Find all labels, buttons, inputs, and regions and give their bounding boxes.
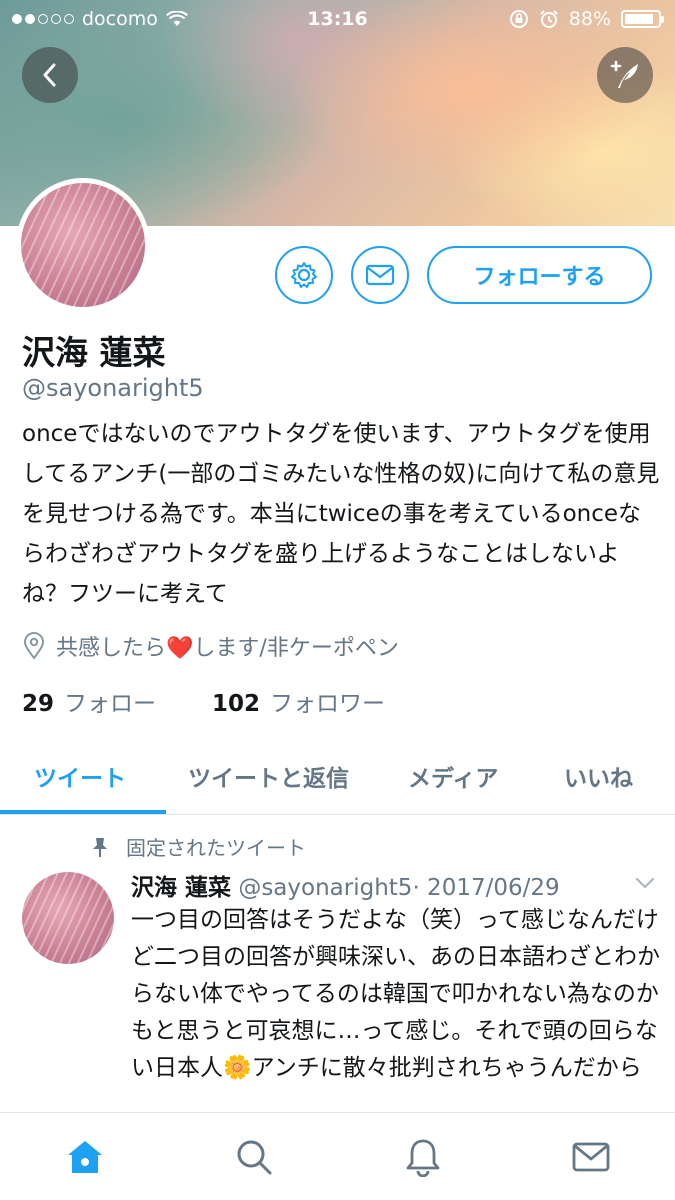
nav-messages[interactable] [569, 1135, 613, 1179]
location-text-end: します/非ケーポペン [193, 636, 399, 661]
location-text-start: 共感したら [56, 636, 167, 661]
follow-button[interactable]: フォローする [427, 246, 652, 304]
back-button[interactable] [22, 47, 78, 103]
profile-bio: onceではないのでアウトタグを使います、アウトタグを使用してるアンチ(一部のゴ… [22, 421, 660, 607]
profile-tabs: ツイート ツイートと返信 メディア いいね [0, 735, 675, 815]
search-icon [237, 1140, 272, 1175]
tweet-text-part2: アンチに散々批判されちゃうんだから [251, 1055, 642, 1081]
compose-feather-icon [610, 60, 638, 88]
followers-label: フォロワー [270, 691, 386, 717]
pinned-text: 固定されたツイート [126, 836, 306, 860]
battery-percentage: 88% [568, 8, 611, 30]
gear-icon [291, 262, 317, 288]
status-bar: docomo 13:16 88% [0, 0, 675, 38]
chevron-left-icon [43, 63, 56, 87]
location-pin-icon [23, 632, 45, 660]
following-stat[interactable]: 29 フォロー [22, 684, 156, 718]
tweet-avatar[interactable] [22, 872, 114, 964]
follow-counts: 29 フォロー 102 フォロワー [22, 684, 385, 718]
profile-name: 沢海 蓮菜 [22, 333, 166, 372]
rotation-lock-icon [509, 10, 528, 28]
nav-notifications[interactable] [401, 1135, 445, 1179]
tweet-text: 一つ目の回答はそうだよな（笑）って感じなんだけど二つ目の回答が興味深い、あの日本… [131, 902, 661, 1087]
followers-count: 102 [212, 691, 261, 717]
following-label: フォロー [64, 691, 157, 717]
profile-handle: @sayonaright5 [22, 374, 204, 402]
flower-emoji: 🌼 [223, 1055, 252, 1081]
tab-tweets[interactable]: ツイート [34, 759, 126, 793]
tab-likes[interactable]: いいね [564, 759, 633, 793]
tweet-menu-chevron-icon[interactable] [634, 876, 656, 890]
followers-stat[interactable]: 102 フォロワー [212, 684, 385, 718]
heart-emoji: ❤️ [166, 636, 194, 661]
message-button[interactable] [351, 246, 409, 304]
profile-avatar[interactable] [16, 178, 150, 312]
compose-tweet-button[interactable] [597, 47, 653, 103]
tweet-header: 沢海 蓮菜 @sayonaright5· 2017/06/29 [131, 868, 560, 902]
settings-button[interactable] [275, 246, 333, 304]
home-icon [68, 1141, 102, 1173]
alarm-icon [540, 10, 558, 28]
following-count: 29 [22, 691, 55, 717]
tab-media[interactable]: メディア [408, 759, 498, 793]
messages-envelope-icon [572, 1142, 610, 1172]
bottom-tab-bar [0, 1112, 675, 1200]
nav-home[interactable] [63, 1135, 107, 1179]
tab-tweets-and-replies[interactable]: ツイートと返信 [188, 759, 349, 793]
tweet-date: · 2017/06/29 [412, 875, 560, 901]
tweet-author-name: 沢海 蓮菜 [131, 875, 232, 901]
notifications-bell-icon [406, 1139, 440, 1177]
pinned-tweet-label: 固定されたツイート [90, 832, 306, 861]
nav-search[interactable] [232, 1135, 276, 1179]
active-tab-indicator [0, 810, 166, 814]
envelope-icon [365, 264, 395, 286]
profile-location: 共感したら❤️します/非ケーポペン [22, 630, 399, 662]
battery-icon [621, 10, 664, 28]
pin-icon [93, 837, 107, 857]
tweet-author-handle: @sayonaright5 [238, 875, 413, 901]
